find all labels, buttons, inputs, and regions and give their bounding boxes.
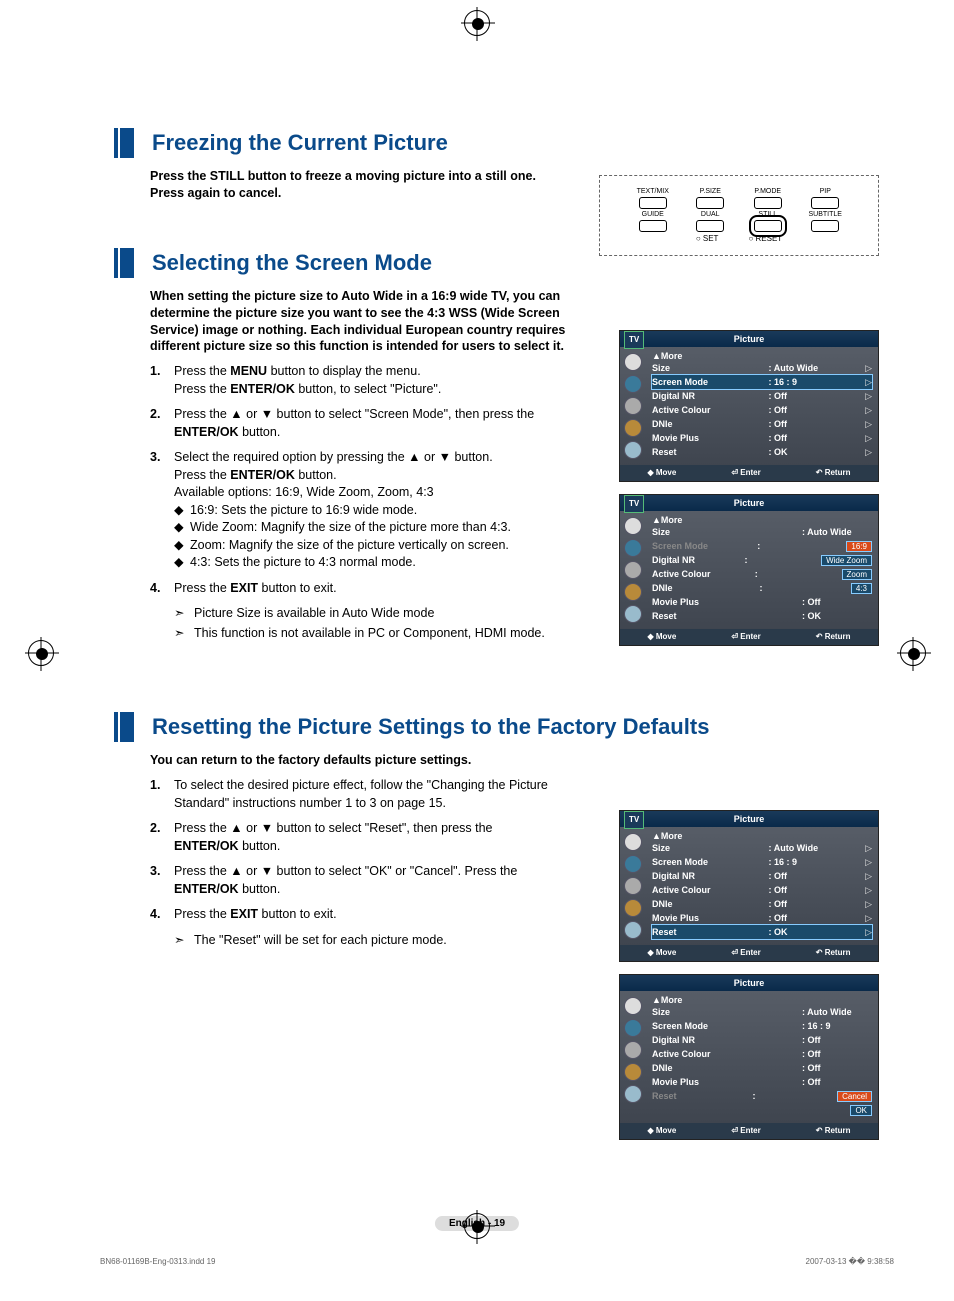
osd-picture-3: TVPicture ▲More Size: Auto Wide▷ Screen … xyxy=(619,810,879,962)
step-text: Select the required option by pressing t… xyxy=(174,449,590,572)
registration-mark-bottom xyxy=(464,1213,490,1239)
note: This function is not available in PC or … xyxy=(174,625,614,643)
remote-label: ○ SET xyxy=(696,234,719,243)
step-text: Press the ▲ or ▼ button to select "Scree… xyxy=(174,406,590,441)
step-num: 4. xyxy=(150,580,174,598)
bullet: 16:9: Sets the picture to 16:9 wide mode… xyxy=(174,502,590,520)
section1-intro: Press the STILL button to freeze a movin… xyxy=(150,168,570,202)
footer-right: 2007-03-13 �� 9:38:58 xyxy=(806,1257,894,1266)
remote-label: DUAL xyxy=(688,211,732,218)
bullet: Wide Zoom: Magnify the size of the pictu… xyxy=(174,519,590,537)
step-num: 4. xyxy=(150,906,174,924)
remote-diagram: TEXT/MIX P.SIZE P.MODE PIP GUIDE DUAL ST… xyxy=(599,175,879,256)
bullet: 4:3: Sets the picture to 4:3 normal mode… xyxy=(174,554,590,572)
remote-label: P.SIZE xyxy=(688,188,732,195)
step-text: To select the desired picture effect, fo… xyxy=(174,777,560,812)
osd-block: TVPicture ▲More Size: Auto Wide▷ Screen … xyxy=(619,330,879,658)
osd-block-3: TVPicture ▲More Size: Auto Wide▷ Screen … xyxy=(619,810,879,1152)
remote-label: STILL xyxy=(746,211,790,218)
section2-intro: When setting the picture size to Auto Wi… xyxy=(150,288,570,356)
step-num: 1. xyxy=(150,363,174,398)
remote-label: GUIDE xyxy=(631,211,675,218)
footer-left: BN68-01169B-Eng-0313.indd 19 xyxy=(100,1257,216,1266)
remote-label: PIP xyxy=(803,188,847,195)
step-num: 3. xyxy=(150,863,174,898)
section3-title: Resetting the Picture Settings to the Fa… xyxy=(120,712,879,742)
osd-picture-2: TVPicture ▲More Size: Auto Wide Screen M… xyxy=(619,494,879,646)
step-num: 1. xyxy=(150,777,174,812)
step-num: 2. xyxy=(150,820,174,855)
section2-title: Selecting the Screen Mode xyxy=(120,248,879,278)
section1-title: Freezing the Current Picture xyxy=(120,128,879,158)
remote-label: TEXT/MIX xyxy=(631,188,675,195)
step-text: Press the ▲ or ▼ button to select "OK" o… xyxy=(174,863,560,898)
step-num: 3. xyxy=(150,449,174,572)
note: Picture Size is available in Auto Wide m… xyxy=(174,605,614,623)
bullet: Zoom: Magnify the size of the picture ve… xyxy=(174,537,590,555)
step-text: Press the EXIT button to exit. xyxy=(174,580,590,598)
step-text: Press the EXIT button to exit. xyxy=(174,906,560,924)
remote-label: P.MODE xyxy=(746,188,790,195)
section3-intro: You can return to the factory defaults p… xyxy=(150,752,560,769)
remote-label: SUBTITLE xyxy=(803,211,847,218)
remote-label: ○ RESET xyxy=(748,234,782,243)
osd-picture-1: TVPicture ▲More Size: Auto Wide▷ Screen … xyxy=(619,330,879,482)
step-text: Press the ▲ or ▼ button to select "Reset… xyxy=(174,820,560,855)
note: The "Reset" will be set for each picture… xyxy=(174,932,614,950)
step-num: 2. xyxy=(150,406,174,441)
step-text: Press the MENU button to display the men… xyxy=(174,363,590,398)
osd-picture-4: Picture ▲More Size: Auto Wide Screen Mod… xyxy=(619,974,879,1140)
